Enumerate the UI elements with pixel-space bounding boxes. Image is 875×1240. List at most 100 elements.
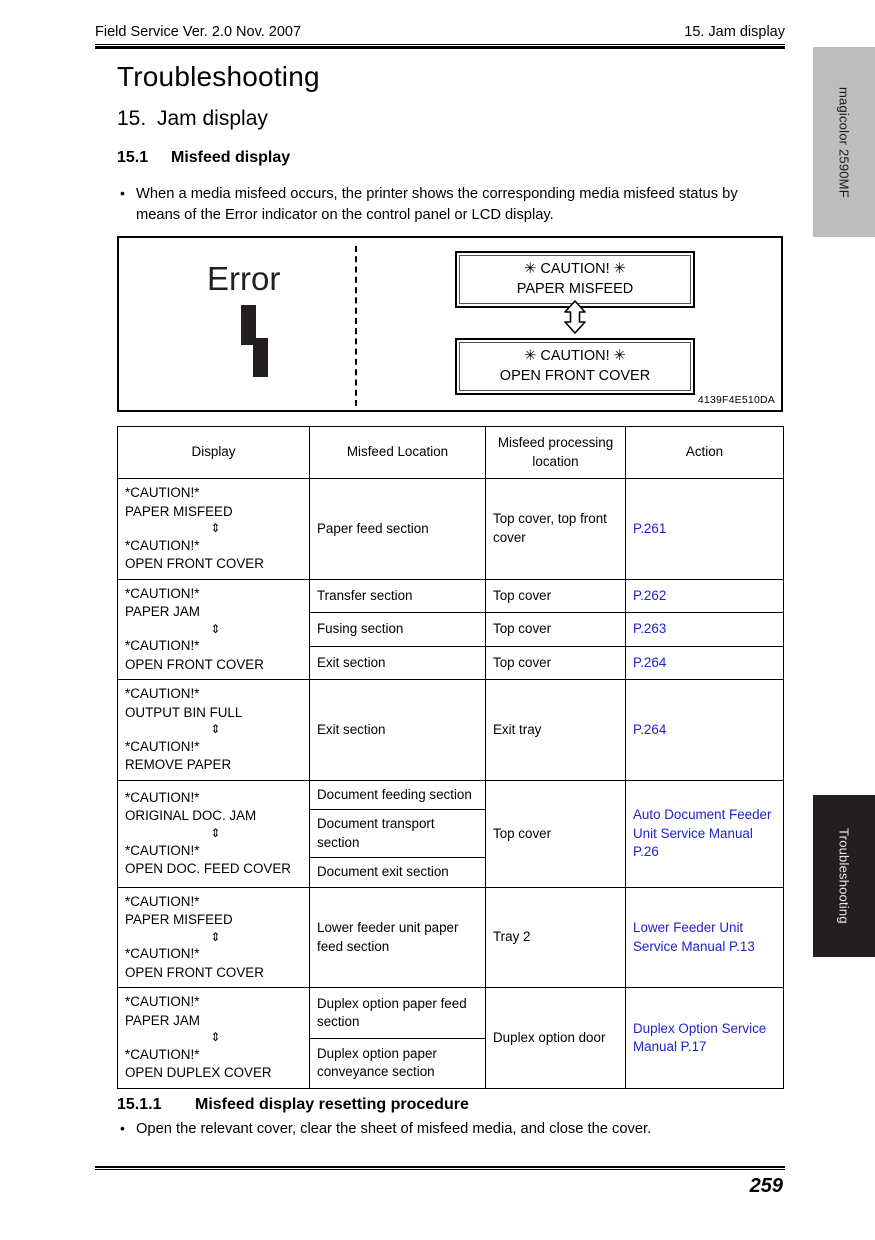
figure-code: 4139F4E510DA: [697, 394, 775, 406]
display-line: REMOVE PAPER: [125, 757, 232, 773]
display-line: *CAUTION!*: [125, 789, 200, 805]
table-row: *CAUTION!* PAPER MISFEED ⇕ *CAUTION!* OPEN F…: [117, 478, 784, 580]
cell-processing-location: Top cover: [485, 612, 626, 647]
action-link[interactable]: P.262: [633, 588, 666, 603]
side-tab-product: magicolor 2590MF: [813, 47, 875, 237]
cell-misfeed-location: Exit section: [309, 679, 486, 781]
header-rule: [95, 44, 785, 49]
up-down-arrow-icon: ⇕: [210, 929, 221, 944]
table-row: *CAUTION!* OUTPUT BIN FULL ⇕ *CAUTION!* REMO…: [117, 679, 784, 781]
cell-processing-location: Exit tray: [485, 679, 626, 781]
up-down-arrow-icon: ⇕: [210, 722, 221, 737]
cell-action[interactable]: P.264: [625, 645, 784, 681]
section-name: Jam display: [157, 107, 268, 130]
footer-rule: [95, 1166, 785, 1170]
display-line: *CAUTION!*: [125, 537, 200, 553]
section-heading: 15. Jam display: [117, 107, 268, 131]
action-link[interactable]: P.264: [633, 655, 666, 670]
section-number: 15.: [117, 107, 147, 130]
display-line: *CAUTION!*: [125, 738, 200, 754]
document-page: magicolor 2590MF Troubleshooting Field S…: [0, 0, 875, 1240]
display-line: *CAUTION!*: [125, 485, 200, 500]
cell-misfeed-location: Duplex option paper feed section: [309, 987, 486, 1039]
display-line: PAPER MISFEED: [125, 912, 233, 928]
display-line: OPEN FRONT COVER: [125, 964, 264, 980]
lcd-top-line2: PAPER MISFEED: [516, 281, 634, 297]
reset-bullet-text: Open the relevant cover, clear the sheet…: [136, 1121, 652, 1137]
display-line: OPEN FRONT COVER: [125, 656, 264, 672]
subsection-name: Misfeed display: [171, 149, 291, 166]
display-line: OPEN DUPLEX COVER: [125, 1065, 272, 1081]
action-link[interactable]: P.263: [633, 621, 666, 636]
page-title: Troubleshooting: [117, 61, 320, 92]
table-row: *CAUTION!* PAPER MISFEED ⇕ *CAUTION!* OPEN F…: [117, 886, 784, 989]
header-left-text: Field Service Ver. 2.0 Nov. 2007: [95, 24, 302, 40]
cell-misfeed-location: Duplex option paper conveyance section: [309, 1037, 486, 1089]
action-link[interactable]: P.261: [633, 521, 666, 536]
cell-misfeed-location: Paper feed section: [309, 478, 486, 580]
misfeed-display-figure: Error ✳ CAUTION! ✳ PAPER MISFEED ✳ CAUTI…: [117, 236, 783, 412]
table-body: *CAUTION!* PAPER MISFEED ⇕ *CAUTION!* OPEN F…: [117, 478, 784, 1089]
action-link[interactable]: Duplex Option Service Manual P.17: [633, 1021, 766, 1055]
cell-processing-location: Duplex option door: [485, 987, 626, 1089]
page-number: 259: [749, 1175, 783, 1197]
intro-bullet-item: • When a media misfeed occurs, the print…: [120, 184, 780, 226]
cell-misfeed-location: Document exit section: [309, 857, 486, 888]
table-row: *CAUTION!* PAPER JAM ⇕ *CAUTION!* OPEN DUPLE…: [117, 987, 784, 1089]
cell-action[interactable]: P.262: [625, 578, 784, 614]
bullet-marker-icon: •: [120, 185, 125, 201]
up-down-arrow-icon: ⇕: [210, 521, 221, 535]
table-row: *CAUTION!* PAPER JAM ⇕ *CAUTION!* OPEN FRONT…: [117, 578, 784, 681]
cell-action[interactable]: Lower Feeder Unit Service Manual P.13: [625, 886, 784, 989]
display-line: PAPER JAM: [125, 1012, 200, 1028]
display-line: OPEN DOC. FEED COVER: [125, 861, 291, 877]
cell-processing-location: Tray 2: [485, 886, 626, 989]
display-line: *CAUTION!*: [125, 994, 200, 1010]
cell-misfeed-location: Document transport section: [309, 809, 486, 859]
cell-display: *CAUTION!* PAPER MISFEED ⇕ *CAUTION!* OPEN F…: [117, 478, 310, 580]
jam-display-table: Display Misfeed Location Misfeed process…: [117, 426, 784, 1089]
cell-display: *CAUTION!* PAPER MISFEED ⇕ *CAUTION!* OPEN F…: [117, 886, 310, 989]
display-line: *CAUTION!*: [125, 638, 200, 654]
cell-display: *CAUTION!* OUTPUT BIN FULL ⇕ *CAUTION!* REMO…: [117, 679, 310, 781]
action-link[interactable]: Auto Document Feeder Unit Service Manual…: [633, 807, 771, 859]
cell-processing-location: Top cover: [485, 779, 626, 888]
cell-processing-location: Top cover: [485, 578, 626, 614]
cell-action[interactable]: Auto Document Feeder Unit Service Manual…: [625, 779, 784, 888]
column-header-misfeed-location: Misfeed Location: [309, 426, 486, 479]
up-down-arrow-icon: ⇕: [210, 1030, 221, 1045]
cell-action[interactable]: P.261: [625, 478, 784, 580]
cell-misfeed-location: Fusing section: [309, 612, 486, 647]
cell-action[interactable]: P.264: [625, 679, 784, 781]
up-down-arrow-icon: [564, 300, 586, 334]
cell-display: *CAUTION!* PAPER JAM ⇕ *CAUTION!* OPEN DUPLE…: [117, 987, 310, 1089]
lcd-message-bottom: ✳ CAUTION! ✳ OPEN FRONT COVER: [455, 338, 695, 395]
cell-misfeed-location: Transfer section: [309, 578, 486, 614]
cell-action[interactable]: P.263: [625, 612, 784, 647]
cell-action[interactable]: Duplex Option Service Manual P.17: [625, 987, 784, 1089]
lcd-top-line1: ✳ CAUTION! ✳: [524, 261, 626, 277]
subsubsection-name: Misfeed display resetting procedure: [195, 1096, 469, 1113]
intro-bullet-text: When a media misfeed occurs, the printer…: [136, 186, 738, 223]
display-line: *CAUTION!*: [125, 585, 200, 601]
table-row: *CAUTION!* ORIGINAL DOC. JAM ⇕ *CAUTION!* OP…: [117, 779, 784, 888]
up-down-arrow-icon: ⇕: [210, 621, 221, 636]
action-link[interactable]: Lower Feeder Unit Service Manual P.13: [633, 920, 755, 954]
lcd-bottom-line1: ✳ CAUTION! ✳: [524, 348, 626, 364]
cell-display: *CAUTION!* ORIGINAL DOC. JAM ⇕ *CAUTION!* OP…: [117, 779, 310, 888]
subsection-number: 15.1: [117, 149, 149, 166]
subsection-heading: 15.1 Misfeed display: [117, 149, 290, 167]
header-right-text: 15. Jam display: [684, 24, 785, 40]
side-tab-chapter-label: Troubleshooting: [836, 828, 852, 924]
up-down-arrow-icon: ⇕: [210, 825, 221, 840]
display-line: OPEN FRONT COVER: [125, 556, 264, 572]
action-link[interactable]: P.264: [633, 722, 666, 737]
cell-misfeed-location: Exit section: [309, 645, 486, 681]
column-header-action: Action: [625, 426, 784, 479]
display-line: *CAUTION!*: [125, 1046, 200, 1062]
subsubsection-heading: 15.1.1 Misfeed display resetting procedur…: [117, 1096, 469, 1114]
column-header-display: Display: [117, 426, 310, 479]
display-line: *CAUTION!*: [125, 946, 200, 962]
display-line: *CAUTION!*: [125, 686, 200, 702]
cell-display: *CAUTION!* PAPER JAM ⇕ *CAUTION!* OPEN FRONT…: [117, 578, 310, 681]
